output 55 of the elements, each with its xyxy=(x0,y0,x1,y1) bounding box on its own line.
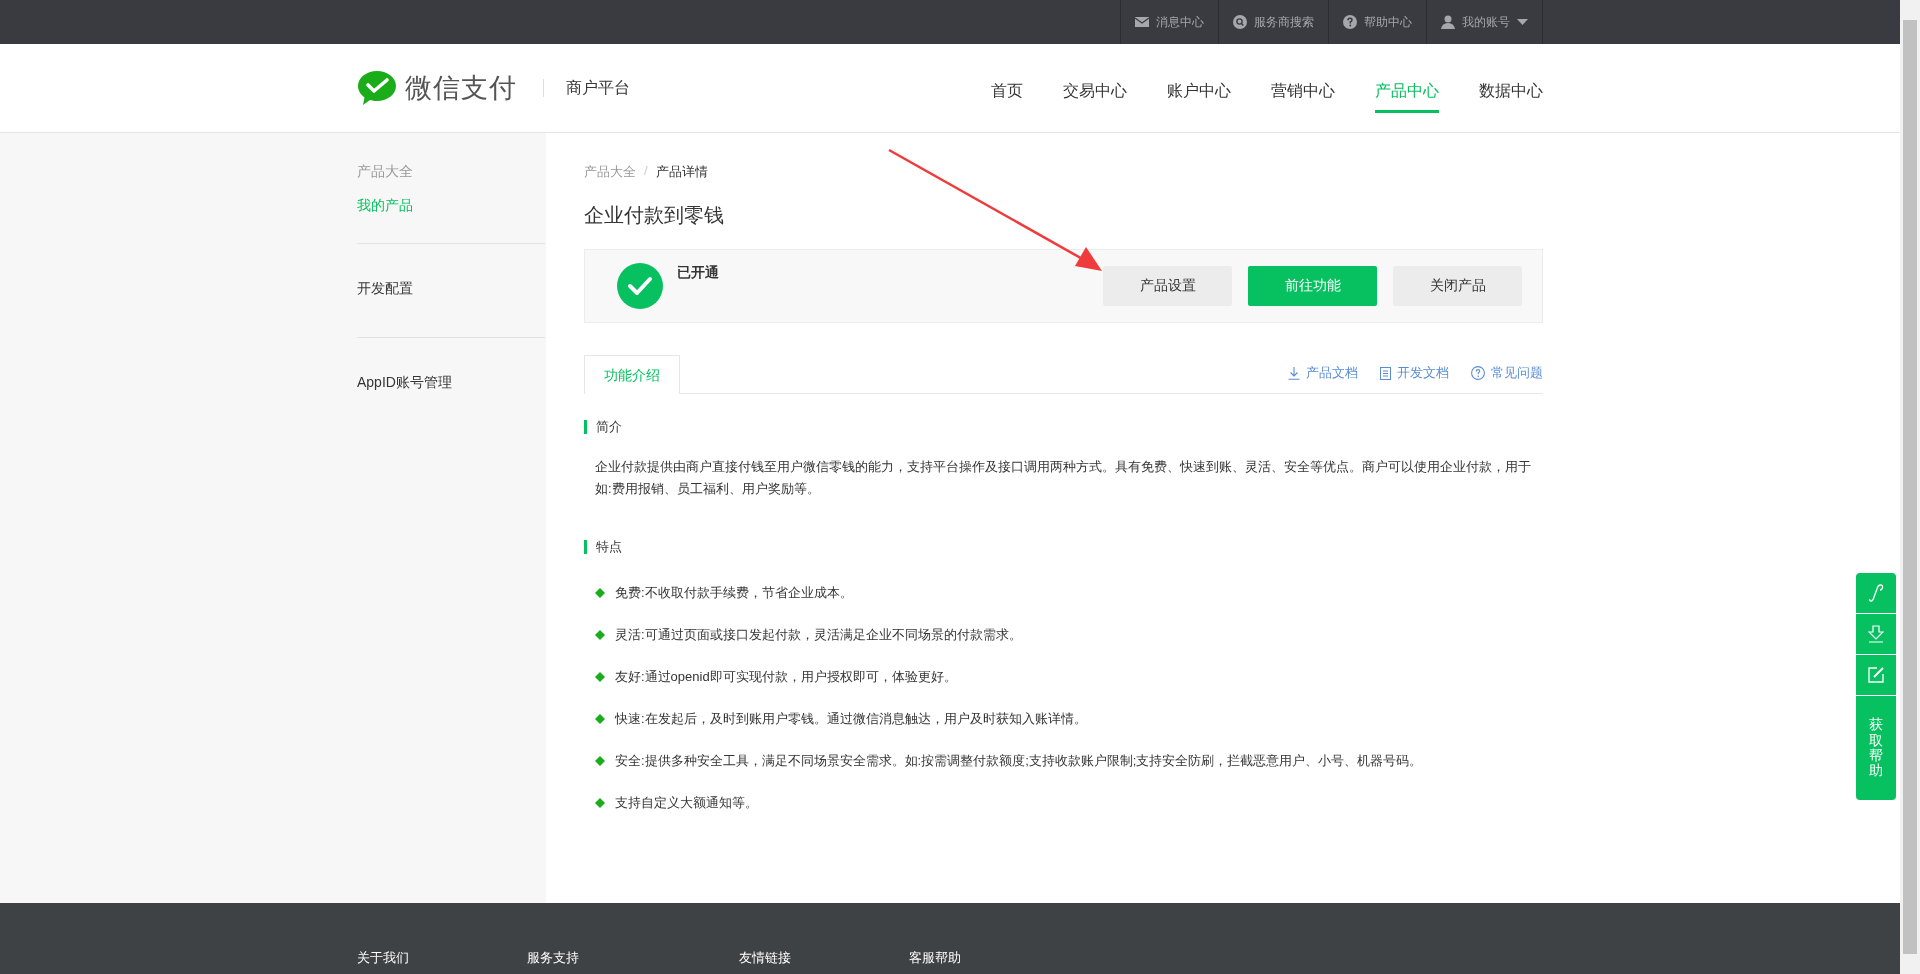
footer-heading: 服务支持 xyxy=(527,949,579,967)
section-heading: 简介 xyxy=(584,420,1543,434)
nav-tab[interactable]: 数据中心 xyxy=(1479,73,1543,113)
download-button[interactable] xyxy=(1856,614,1896,654)
share-link-button[interactable] xyxy=(1856,573,1896,613)
doc-link[interactable]: 产品文档 xyxy=(1288,364,1358,382)
feature-text: 快速:在发起后，及时到账用户零钱。通过微信消息触达，用户及时获知入账详情。 xyxy=(615,710,1087,728)
help-icon xyxy=(1343,15,1357,29)
breadcrumb-link[interactable]: 产品详情 xyxy=(655,163,708,181)
content-tab[interactable]: 功能介绍 xyxy=(584,355,680,394)
page-title: 企业付款到零钱 xyxy=(584,203,725,228)
logo-icon xyxy=(357,70,397,106)
download-icon xyxy=(1868,625,1884,643)
diamond-bullet-icon xyxy=(595,630,605,640)
diamond-bullet-icon xyxy=(595,672,605,682)
nav-tab[interactable]: 账户中心 xyxy=(1167,73,1231,113)
download-icon xyxy=(1288,366,1300,380)
footer-heading: 友情链接 xyxy=(739,949,791,967)
action-button[interactable]: 关闭产品 xyxy=(1393,266,1522,306)
doc-link[interactable]: 开发文档 xyxy=(1380,364,1449,382)
document-icon xyxy=(1380,366,1391,380)
nav-tab[interactable]: 交易中心 xyxy=(1063,73,1127,113)
nav-tab[interactable]: 营销中心 xyxy=(1271,73,1335,113)
diamond-bullet-icon xyxy=(595,714,605,724)
diamond-bullet-icon xyxy=(595,798,605,808)
action-button[interactable]: 产品设置 xyxy=(1103,266,1232,306)
sidebar-item[interactable]: 产品大全 xyxy=(357,155,545,189)
feature-text: 免费:不收取付款手续费，节省企业成本。 xyxy=(615,584,853,602)
edit-icon xyxy=(1868,667,1884,683)
footer-heading: 关于我们 xyxy=(357,949,409,967)
search-icon xyxy=(1233,15,1247,29)
diamond-bullet-icon xyxy=(595,756,605,766)
caret-icon xyxy=(1517,19,1528,25)
status-label: 已开通 xyxy=(677,264,719,282)
description-paragraph: 企业付款提供由商户直接付钱至用户微信零钱的能力，支持平台操作及接口调用两种方式。具有免费、快速到账、灵活、安全等优点。商户可以使用企业付款，用于如:费用报销、员工福利、用户奖励等。 xyxy=(595,458,1532,498)
doc-link[interactable]: 常见问题 xyxy=(1471,364,1543,382)
feature-text: 支持自定义大额通知等。 xyxy=(615,794,758,812)
link-icon xyxy=(1868,584,1884,602)
logo-text: 微信支付 xyxy=(405,72,517,105)
feature-text: 安全:提供多种安全工具，满足不同场景安全需求。如:按需调整付款额度;支持收款账户限制;支持安全防刷，拦截恶意用户、小号、机器号码。 xyxy=(615,752,1423,770)
help-icon xyxy=(1471,366,1485,380)
edit-button[interactable] xyxy=(1856,655,1896,695)
user-icon xyxy=(1441,15,1455,29)
footer-heading: 客服帮助 xyxy=(909,949,961,967)
sidebar-item[interactable]: 开发配置 xyxy=(357,272,545,306)
platform-name: 商户平台 xyxy=(566,77,630,98)
section-heading: 特点 xyxy=(584,540,1543,554)
mail-icon xyxy=(1135,17,1149,27)
diamond-bullet-icon xyxy=(595,588,605,598)
nav-tab[interactable]: 首页 xyxy=(991,73,1023,113)
breadcrumb-separator: / xyxy=(644,163,648,180)
feature-text: 灵活:可通过页面或接口发起付款，灵活满足企业不同场景的付款需求。 xyxy=(615,626,1022,644)
feature-text: 友好:通过openid即可实现付款，用户授权即可，体验更好。 xyxy=(615,668,957,686)
sidebar-item[interactable]: AppID账号管理 xyxy=(357,366,545,400)
breadcrumb-link[interactable]: 产品大全 xyxy=(584,163,636,181)
